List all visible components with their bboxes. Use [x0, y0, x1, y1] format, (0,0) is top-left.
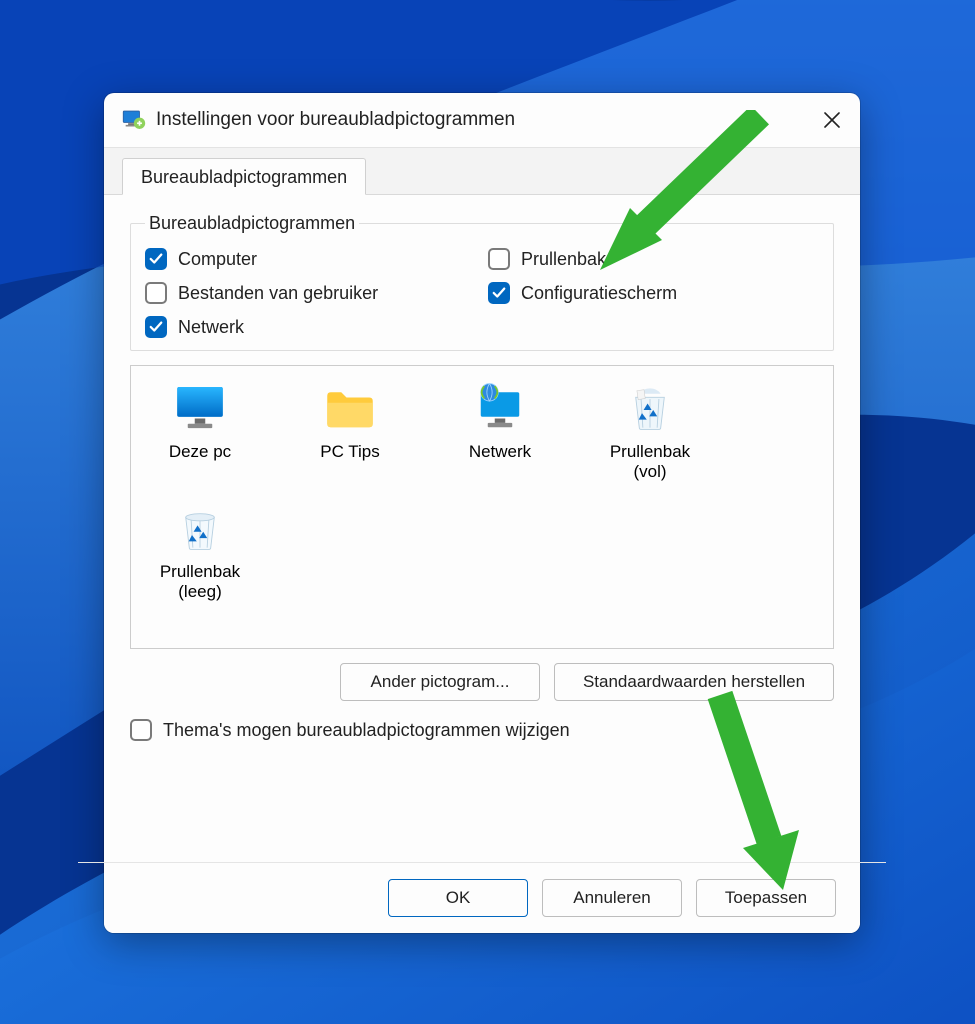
- recycle-bin-empty-icon: [170, 500, 230, 556]
- icon-item-recycle-empty-label: Prullenbak (leeg): [145, 562, 255, 602]
- apply-button[interactable]: Toepassen: [696, 879, 836, 917]
- tab-strip: Bureaubladpictogrammen: [104, 147, 860, 195]
- dialog-title: Instellingen voor bureaubladpictogrammen: [156, 109, 804, 131]
- checkbox-user-files-label: Bestanden van gebruiker: [178, 283, 378, 304]
- desktop-icon-settings-dialog: Instellingen voor bureaubladpictogrammen…: [104, 93, 860, 933]
- change-icon-button[interactable]: Ander pictogram...: [340, 663, 540, 701]
- icon-item-recycle-full[interactable]: Prullenbak (vol): [595, 380, 705, 482]
- icon-item-user-folder[interactable]: PC Tips: [295, 380, 405, 482]
- folder-icon: [320, 380, 380, 436]
- checkbox-control-panel[interactable]: Configuratiescherm: [488, 282, 819, 304]
- desktop-icons-group: Bureaubladpictogrammen Computer Prullenb…: [130, 213, 834, 351]
- cancel-button[interactable]: Annuleren: [542, 879, 682, 917]
- icon-item-this-pc-label: Deze pc: [169, 442, 231, 462]
- checkbox-computer[interactable]: Computer: [145, 248, 476, 270]
- checkbox-computer-label: Computer: [178, 249, 257, 270]
- checkbox-network-label: Netwerk: [178, 317, 244, 338]
- checkbox-recycle-bin-label: Prullenbak: [521, 249, 606, 270]
- this-pc-icon: [170, 380, 230, 436]
- icon-preview-panel[interactable]: Deze pc PC Tips: [130, 365, 834, 649]
- tab-body: Bureaubladpictogrammen Computer Prullenb…: [104, 195, 860, 856]
- network-icon: [470, 380, 530, 436]
- checkbox-recycle-bin[interactable]: Prullenbak: [488, 248, 819, 270]
- group-legend: Bureaubladpictogrammen: [145, 213, 359, 234]
- dialog-icon: [120, 107, 146, 133]
- checkbox-allow-themes-label: Thema's mogen bureaubladpictogrammen wij…: [163, 720, 570, 741]
- checkbox-control-panel-label: Configuratiescherm: [521, 283, 677, 304]
- icon-item-recycle-empty[interactable]: Prullenbak (leeg): [145, 500, 255, 602]
- dialog-footer: OK Annuleren Toepassen: [104, 863, 860, 933]
- tab-desktop-icons[interactable]: Bureaubladpictogrammen: [122, 158, 366, 195]
- icon-item-network-label: Netwerk: [469, 442, 531, 462]
- checkbox-user-files[interactable]: Bestanden van gebruiker: [145, 282, 476, 304]
- close-button[interactable]: [804, 93, 860, 147]
- checkbox-network[interactable]: Netwerk: [145, 316, 476, 338]
- icon-item-recycle-full-label: Prullenbak (vol): [595, 442, 705, 482]
- icon-item-network[interactable]: Netwerk: [445, 380, 555, 482]
- icon-item-this-pc[interactable]: Deze pc: [145, 380, 255, 482]
- restore-defaults-button[interactable]: Standaardwaarden herstellen: [554, 663, 834, 701]
- icon-item-user-folder-label: PC Tips: [320, 442, 380, 462]
- recycle-bin-full-icon: [620, 380, 680, 436]
- ok-button[interactable]: OK: [388, 879, 528, 917]
- close-icon: [823, 111, 841, 129]
- checkbox-allow-themes[interactable]: Thema's mogen bureaubladpictogrammen wij…: [130, 719, 834, 741]
- titlebar: Instellingen voor bureaubladpictogrammen: [104, 93, 860, 147]
